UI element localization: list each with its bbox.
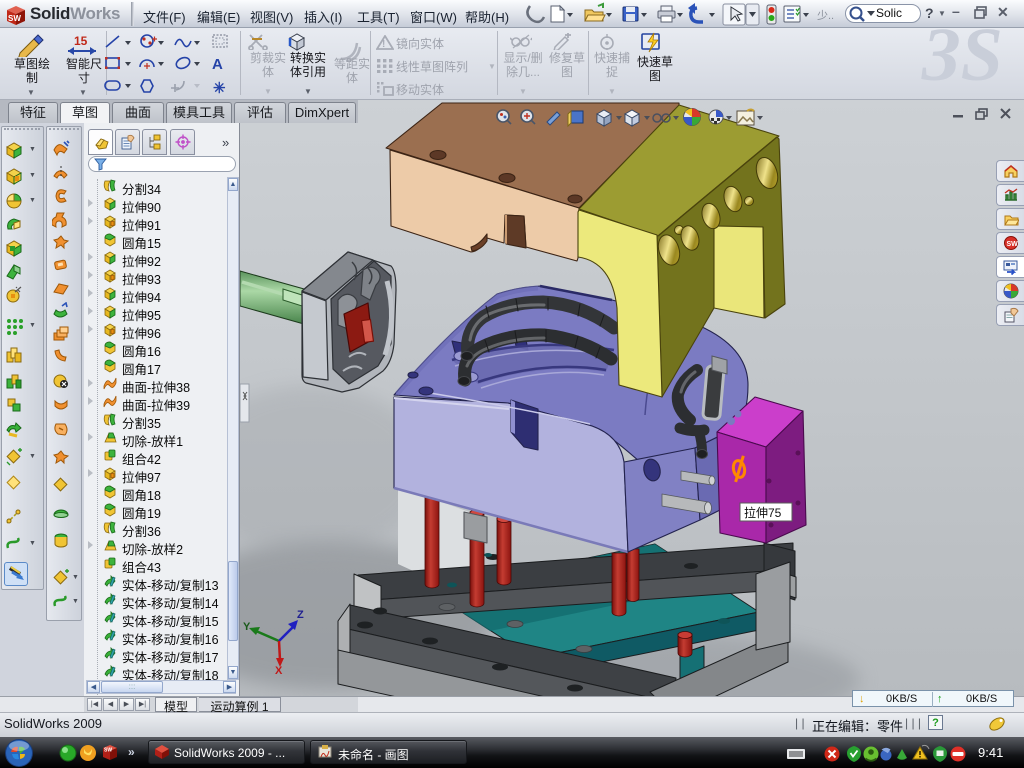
svg-text:SW: SW xyxy=(104,748,112,754)
svg-text:✳: ✳ xyxy=(213,80,226,97)
svg-text:SW: SW xyxy=(1007,241,1019,248)
svg-text:拉伸75: 拉伸75 xyxy=(744,505,782,520)
svg-text:15: 15 xyxy=(74,34,88,48)
svg-text:A: A xyxy=(212,56,223,73)
svg-text:»: » xyxy=(128,745,135,759)
svg-text:SW: SW xyxy=(8,14,21,23)
svg-text:Y: Y xyxy=(243,621,251,633)
svg-text:X: X xyxy=(275,665,283,677)
svg-text:!: ! xyxy=(382,39,385,50)
svg-text:Z: Z xyxy=(297,609,304,621)
svg-text:少..: 少.. xyxy=(817,9,834,22)
